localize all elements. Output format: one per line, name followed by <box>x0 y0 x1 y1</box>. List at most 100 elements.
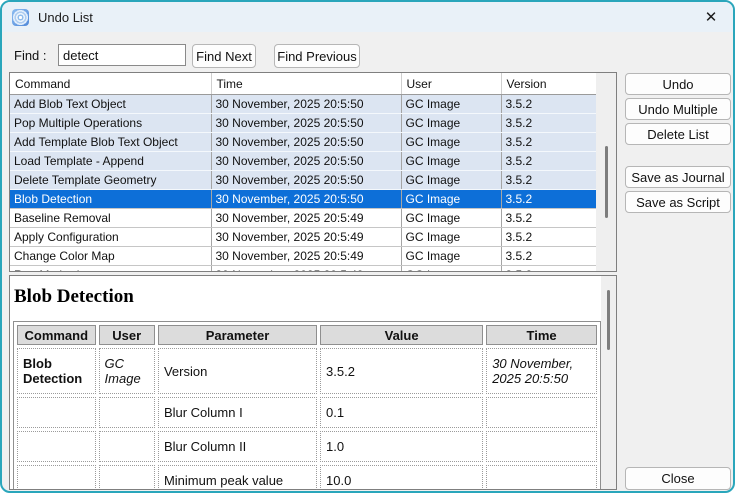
detail-row: Blur Column I0.1 <box>17 397 597 428</box>
table-row[interactable]: Delete Template Geometry30 November, 202… <box>10 171 596 190</box>
delete-list-button[interactable]: Delete List <box>625 123 731 145</box>
version-cell[interactable]: 3.5.2 <box>501 133 596 152</box>
user-cell <box>99 431 155 462</box>
command-cell[interactable]: Add Template Blob Text Object <box>10 133 211 152</box>
value-cell: 3.5.2 <box>320 348 483 394</box>
value-cell: 10.0 <box>320 465 483 490</box>
save-as-script-button[interactable]: Save as Script <box>625 191 731 213</box>
user-cell[interactable]: GC Image <box>401 114 501 133</box>
undo-list-dialog: Undo List ✕ Find : Find Next Find Previo… <box>0 0 735 493</box>
close-button[interactable]: Close <box>625 467 731 490</box>
time-cell: 30 November, 2025 20:5:50 <box>486 348 597 394</box>
command-cell[interactable]: Baseline Removal <box>10 209 211 228</box>
find-next-button[interactable]: Find Next <box>192 44 256 68</box>
value-cell: 1.0 <box>320 431 483 462</box>
time-cell[interactable]: 30 November, 2025 20:5:50 <box>211 190 401 209</box>
detail-row: Blur Column II1.0 <box>17 431 597 462</box>
table-row[interactable]: Add Blob Text Object30 November, 2025 20… <box>10 95 596 114</box>
time-cell[interactable]: 30 November, 2025 20:5:50 <box>211 114 401 133</box>
column-header[interactable]: Time <box>486 325 597 345</box>
user-cell[interactable]: GC Image <box>401 228 501 247</box>
time-cell[interactable]: 30 November, 2025 20:5:50 <box>211 133 401 152</box>
time-cell <box>486 465 597 490</box>
version-cell[interactable]: 3.5.2 <box>501 114 596 133</box>
column-header[interactable]: Command <box>10 73 211 95</box>
save-as-journal-button[interactable]: Save as Journal <box>625 166 731 188</box>
time-cell[interactable]: 30 November, 2025 20:5:49 <box>211 266 401 273</box>
table-row[interactable]: Load Template - Append30 November, 2025 … <box>10 152 596 171</box>
user-cell[interactable]: GC Image <box>401 152 501 171</box>
column-header[interactable]: User <box>401 73 501 95</box>
user-cell[interactable]: GC Image <box>401 95 501 114</box>
column-header[interactable]: Time <box>211 73 401 95</box>
detail-row: Minimum peak value10.0 <box>17 465 597 490</box>
close-icon[interactable]: ✕ <box>699 7 723 27</box>
command-cell[interactable]: Change Color Map <box>10 247 211 266</box>
version-cell[interactable]: 3.5.2 <box>501 190 596 209</box>
user-cell[interactable]: GC Image <box>401 190 501 209</box>
table-row[interactable]: Blob Detection30 November, 2025 20:5:50G… <box>10 190 596 209</box>
detail-table: CommandUserParameterValueTime Blob Detec… <box>13 321 601 490</box>
find-previous-button[interactable]: Find Previous <box>274 44 360 68</box>
command-cell[interactable]: Add Blob Text Object <box>10 95 211 114</box>
table-row[interactable]: Change Color Map30 November, 2025 20:5:4… <box>10 247 596 266</box>
table-row[interactable]: Apply Configuration30 November, 2025 20:… <box>10 228 596 247</box>
undo-button[interactable]: Undo <box>625 73 731 95</box>
version-cell[interactable]: 3.5.2 <box>501 247 596 266</box>
version-cell[interactable]: 3.5.2 <box>501 228 596 247</box>
detail-table-header-row: CommandUserParameterValueTime <box>17 325 597 345</box>
time-cell[interactable]: 30 November, 2025 20:5:49 <box>211 247 401 266</box>
user-cell: GC Image <box>99 348 155 394</box>
user-cell[interactable]: GC Image <box>401 171 501 190</box>
column-header[interactable]: Value <box>320 325 483 345</box>
time-cell[interactable]: 30 November, 2025 20:5:49 <box>211 228 401 247</box>
command-cell[interactable]: Blob Detection <box>10 190 211 209</box>
column-header[interactable]: Version <box>501 73 596 95</box>
parameter-cell: Minimum peak value <box>158 465 317 490</box>
table-row[interactable]: Run Method30 November, 2025 20:5:49GC Im… <box>10 266 596 273</box>
command-cell[interactable]: Pop Multiple Operations <box>10 114 211 133</box>
command-cell <box>17 465 96 490</box>
detail-panel: Blob Detection CommandUserParameterValue… <box>9 275 617 490</box>
find-label: Find : <box>14 48 47 63</box>
user-cell <box>99 465 155 490</box>
time-cell[interactable]: 30 November, 2025 20:5:50 <box>211 171 401 190</box>
undo-table-header-row: CommandTimeUserVersion <box>10 73 596 95</box>
time-cell[interactable]: 30 November, 2025 20:5:49 <box>211 209 401 228</box>
user-cell <box>99 397 155 428</box>
table-row[interactable]: Add Template Blob Text Object30 November… <box>10 133 596 152</box>
user-cell[interactable]: GC Image <box>401 247 501 266</box>
version-cell[interactable]: 3.5.2 <box>501 152 596 171</box>
time-cell[interactable]: 30 November, 2025 20:5:50 <box>211 152 401 171</box>
parameter-cell: Blur Column II <box>158 431 317 462</box>
window-title: Undo List <box>38 10 93 25</box>
command-cell[interactable]: Delete Template Geometry <box>10 171 211 190</box>
user-cell[interactable]: GC Image <box>401 266 501 273</box>
version-cell[interactable]: 3.5.2 <box>501 171 596 190</box>
detail-heading: Blob Detection <box>14 286 134 308</box>
command-cell[interactable]: Load Template - Append <box>10 152 211 171</box>
version-cell[interactable]: 3.5.2 <box>501 266 596 273</box>
scrollbar-thumb[interactable] <box>607 290 610 350</box>
scrollbar-thumb[interactable] <box>605 146 608 218</box>
detail-panel-scrollbar[interactable] <box>601 276 616 489</box>
command-cell[interactable]: Apply Configuration <box>10 228 211 247</box>
user-cell[interactable]: GC Image <box>401 133 501 152</box>
time-cell[interactable]: 30 November, 2025 20:5:50 <box>211 95 401 114</box>
command-cell[interactable]: Run Method <box>10 266 211 273</box>
column-header[interactable]: User <box>99 325 155 345</box>
command-cell: Blob Detection <box>17 348 96 394</box>
time-cell <box>486 431 597 462</box>
undo-table-scrollbar[interactable] <box>596 73 616 271</box>
find-input[interactable] <box>58 44 186 66</box>
table-row[interactable]: Pop Multiple Operations30 November, 2025… <box>10 114 596 133</box>
version-cell[interactable]: 3.5.2 <box>501 209 596 228</box>
user-cell[interactable]: GC Image <box>401 209 501 228</box>
detail-table-body: Blob DetectionGC ImageVersion3.5.230 Nov… <box>17 348 597 490</box>
app-icon <box>12 9 29 26</box>
version-cell[interactable]: 3.5.2 <box>501 95 596 114</box>
undo-multiple-button[interactable]: Undo Multiple <box>625 98 731 120</box>
column-header[interactable]: Command <box>17 325 96 345</box>
column-header[interactable]: Parameter <box>158 325 317 345</box>
table-row[interactable]: Baseline Removal30 November, 2025 20:5:4… <box>10 209 596 228</box>
